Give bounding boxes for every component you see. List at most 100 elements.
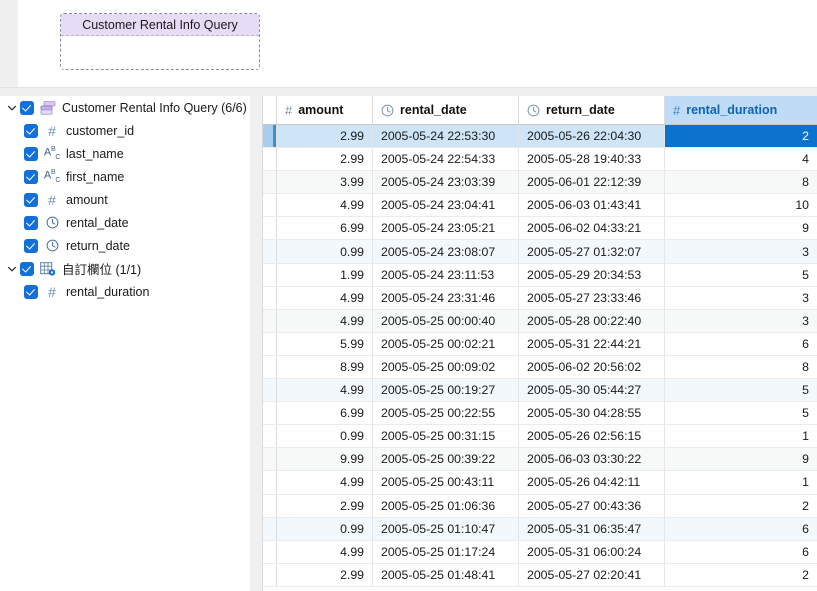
- tree-node-root[interactable]: Customer Rental Info Query (6/6): [0, 96, 250, 119]
- tree-item-rental-date[interactable]: rental_date: [0, 211, 250, 234]
- table-row[interactable]: 9.992005-05-25 00:39:222005-06-03 03:30:…: [263, 448, 817, 471]
- column-header-amount[interactable]: # amount: [277, 96, 373, 124]
- cell-return-date[interactable]: 2005-06-01 22:12:39: [519, 171, 665, 193]
- query-node-customer-rental-info-query[interactable]: Customer Rental Info Query: [60, 13, 260, 70]
- cell-amount[interactable]: 2.99: [277, 564, 373, 586]
- cell-rental-duration[interactable]: 2: [665, 564, 817, 586]
- row-selector-gutter[interactable]: [263, 541, 277, 563]
- cell-return-date[interactable]: 2005-05-28 00:22:40: [519, 310, 665, 332]
- cell-amount[interactable]: 4.99: [277, 287, 373, 309]
- checkbox-rental-duration[interactable]: [24, 285, 38, 299]
- cell-amount[interactable]: 0.99: [277, 240, 373, 262]
- column-header-rental-duration[interactable]: # rental_duration: [665, 96, 817, 124]
- table-row[interactable]: 6.992005-05-25 00:22:552005-05-30 04:28:…: [263, 402, 817, 425]
- cell-rental-duration[interactable]: 3: [665, 287, 817, 309]
- cell-amount[interactable]: 4.99: [277, 379, 373, 401]
- cell-return-date[interactable]: 2005-05-27 01:32:07: [519, 240, 665, 262]
- table-row[interactable]: 4.992005-05-25 00:00:402005-05-28 00:22:…: [263, 310, 817, 333]
- cell-return-date[interactable]: 2005-05-29 20:34:53: [519, 264, 665, 286]
- cell-rental-date[interactable]: 2005-05-25 00:39:22: [373, 448, 519, 470]
- cell-amount[interactable]: 4.99: [277, 541, 373, 563]
- cell-rental-date[interactable]: 2005-05-24 23:04:41: [373, 194, 519, 216]
- cell-return-date[interactable]: 2005-05-28 19:40:33: [519, 148, 665, 170]
- cell-rental-duration[interactable]: 9: [665, 217, 817, 239]
- cell-amount[interactable]: 2.99: [277, 125, 373, 147]
- cell-amount[interactable]: 4.99: [277, 194, 373, 216]
- table-row[interactable]: 8.992005-05-25 00:09:022005-06-02 20:56:…: [263, 356, 817, 379]
- cell-rental-duration[interactable]: 8: [665, 171, 817, 193]
- cell-return-date[interactable]: 2005-05-31 06:00:24: [519, 541, 665, 563]
- cell-rental-duration[interactable]: 5: [665, 264, 817, 286]
- cell-rental-duration[interactable]: 1: [665, 471, 817, 493]
- tree-item-rental-duration[interactable]: # rental_duration: [0, 280, 250, 303]
- cell-rental-duration[interactable]: 4: [665, 148, 817, 170]
- table-row[interactable]: 4.992005-05-25 01:17:242005-05-31 06:00:…: [263, 541, 817, 564]
- table-row[interactable]: 1.992005-05-24 23:11:532005-05-29 20:34:…: [263, 264, 817, 287]
- column-header-rental-date[interactable]: rental_date: [373, 96, 519, 124]
- cell-return-date[interactable]: 2005-06-03 03:30:22: [519, 448, 665, 470]
- cell-rental-date[interactable]: 2005-05-25 00:02:21: [373, 333, 519, 355]
- cell-rental-date[interactable]: 2005-05-25 00:09:02: [373, 356, 519, 378]
- checkbox-last-name[interactable]: [24, 147, 38, 161]
- cell-rental-duration[interactable]: 10: [665, 194, 817, 216]
- cell-return-date[interactable]: 2005-06-02 20:56:02: [519, 356, 665, 378]
- row-selector-gutter[interactable]: [263, 379, 277, 401]
- chevron-down-icon[interactable]: [4, 261, 20, 277]
- cell-rental-duration[interactable]: 9: [665, 448, 817, 470]
- field-tree-panel[interactable]: Customer Rental Info Query (6/6) # custo…: [0, 96, 250, 591]
- cell-rental-date[interactable]: 2005-05-24 22:54:33: [373, 148, 519, 170]
- results-grid[interactable]: # amount rental_date: [262, 96, 817, 591]
- table-row[interactable]: 3.992005-05-24 23:03:392005-06-01 22:12:…: [263, 171, 817, 194]
- row-selector-gutter[interactable]: [263, 264, 277, 286]
- cell-rental-date[interactable]: 2005-05-24 23:11:53: [373, 264, 519, 286]
- checkbox-amount[interactable]: [24, 193, 38, 207]
- chevron-down-icon[interactable]: [4, 100, 20, 116]
- table-row[interactable]: 4.992005-05-25 00:19:272005-05-30 05:44:…: [263, 379, 817, 402]
- table-row[interactable]: 0.992005-05-25 01:10:472005-05-31 06:35:…: [263, 518, 817, 541]
- table-row[interactable]: 2.992005-05-24 22:53:302005-05-26 22:04:…: [263, 125, 817, 148]
- cell-amount[interactable]: 9.99: [277, 448, 373, 470]
- cell-amount[interactable]: 5.99: [277, 333, 373, 355]
- row-selector-gutter[interactable]: [263, 310, 277, 332]
- query-node-body[interactable]: [61, 36, 259, 69]
- cell-rental-duration[interactable]: 3: [665, 240, 817, 262]
- cell-rental-duration[interactable]: 1: [665, 425, 817, 447]
- row-selector-gutter[interactable]: [263, 217, 277, 239]
- cell-rental-date[interactable]: 2005-05-25 00:00:40: [373, 310, 519, 332]
- cell-return-date[interactable]: 2005-06-03 01:43:41: [519, 194, 665, 216]
- cell-rental-date[interactable]: 2005-05-24 23:31:46: [373, 287, 519, 309]
- cell-return-date[interactable]: 2005-05-30 05:44:27: [519, 379, 665, 401]
- cell-return-date[interactable]: 2005-05-27 00:43:36: [519, 495, 665, 517]
- grid-body[interactable]: 2.992005-05-24 22:53:302005-05-26 22:04:…: [263, 125, 817, 587]
- table-row[interactable]: 6.992005-05-24 23:05:212005-06-02 04:33:…: [263, 217, 817, 240]
- cell-rental-date[interactable]: 2005-05-25 01:48:41: [373, 564, 519, 586]
- table-row[interactable]: 5.992005-05-25 00:02:212005-05-31 22:44:…: [263, 333, 817, 356]
- cell-rental-duration[interactable]: 2: [665, 495, 817, 517]
- row-selector-gutter[interactable]: [263, 518, 277, 540]
- checkbox-return-date[interactable]: [24, 239, 38, 253]
- cell-rental-duration[interactable]: 6: [665, 333, 817, 355]
- tree-item-customer-id[interactable]: # customer_id: [0, 119, 250, 142]
- cell-return-date[interactable]: 2005-05-27 02:20:41: [519, 564, 665, 586]
- cell-rental-duration[interactable]: 6: [665, 518, 817, 540]
- cell-rental-date[interactable]: 2005-05-25 00:31:15: [373, 425, 519, 447]
- cell-amount[interactable]: 2.99: [277, 148, 373, 170]
- row-selector-gutter[interactable]: [263, 425, 277, 447]
- cell-return-date[interactable]: 2005-05-26 22:04:30: [519, 125, 665, 147]
- cell-rental-date[interactable]: 2005-05-24 22:53:30: [373, 125, 519, 147]
- row-selector-gutter[interactable]: [263, 148, 277, 170]
- cell-rental-date[interactable]: 2005-05-25 01:10:47: [373, 518, 519, 540]
- row-selector-gutter[interactable]: [263, 448, 277, 470]
- table-row[interactable]: 0.992005-05-24 23:08:072005-05-27 01:32:…: [263, 240, 817, 263]
- table-row[interactable]: 4.992005-05-24 23:04:412005-06-03 01:43:…: [263, 194, 817, 217]
- cell-return-date[interactable]: 2005-05-26 02:56:15: [519, 425, 665, 447]
- cell-return-date[interactable]: 2005-05-27 23:33:46: [519, 287, 665, 309]
- table-row[interactable]: 2.992005-05-24 22:54:332005-05-28 19:40:…: [263, 148, 817, 171]
- diagram-canvas[interactable]: Customer Rental Info Query: [0, 0, 817, 88]
- row-selector-gutter[interactable]: [263, 402, 277, 424]
- cell-return-date[interactable]: 2005-05-26 04:42:11: [519, 471, 665, 493]
- table-row[interactable]: 4.992005-05-24 23:31:462005-05-27 23:33:…: [263, 287, 817, 310]
- cell-rental-duration[interactable]: 5: [665, 379, 817, 401]
- table-row[interactable]: 0.992005-05-25 00:31:152005-05-26 02:56:…: [263, 425, 817, 448]
- cell-amount[interactable]: 6.99: [277, 217, 373, 239]
